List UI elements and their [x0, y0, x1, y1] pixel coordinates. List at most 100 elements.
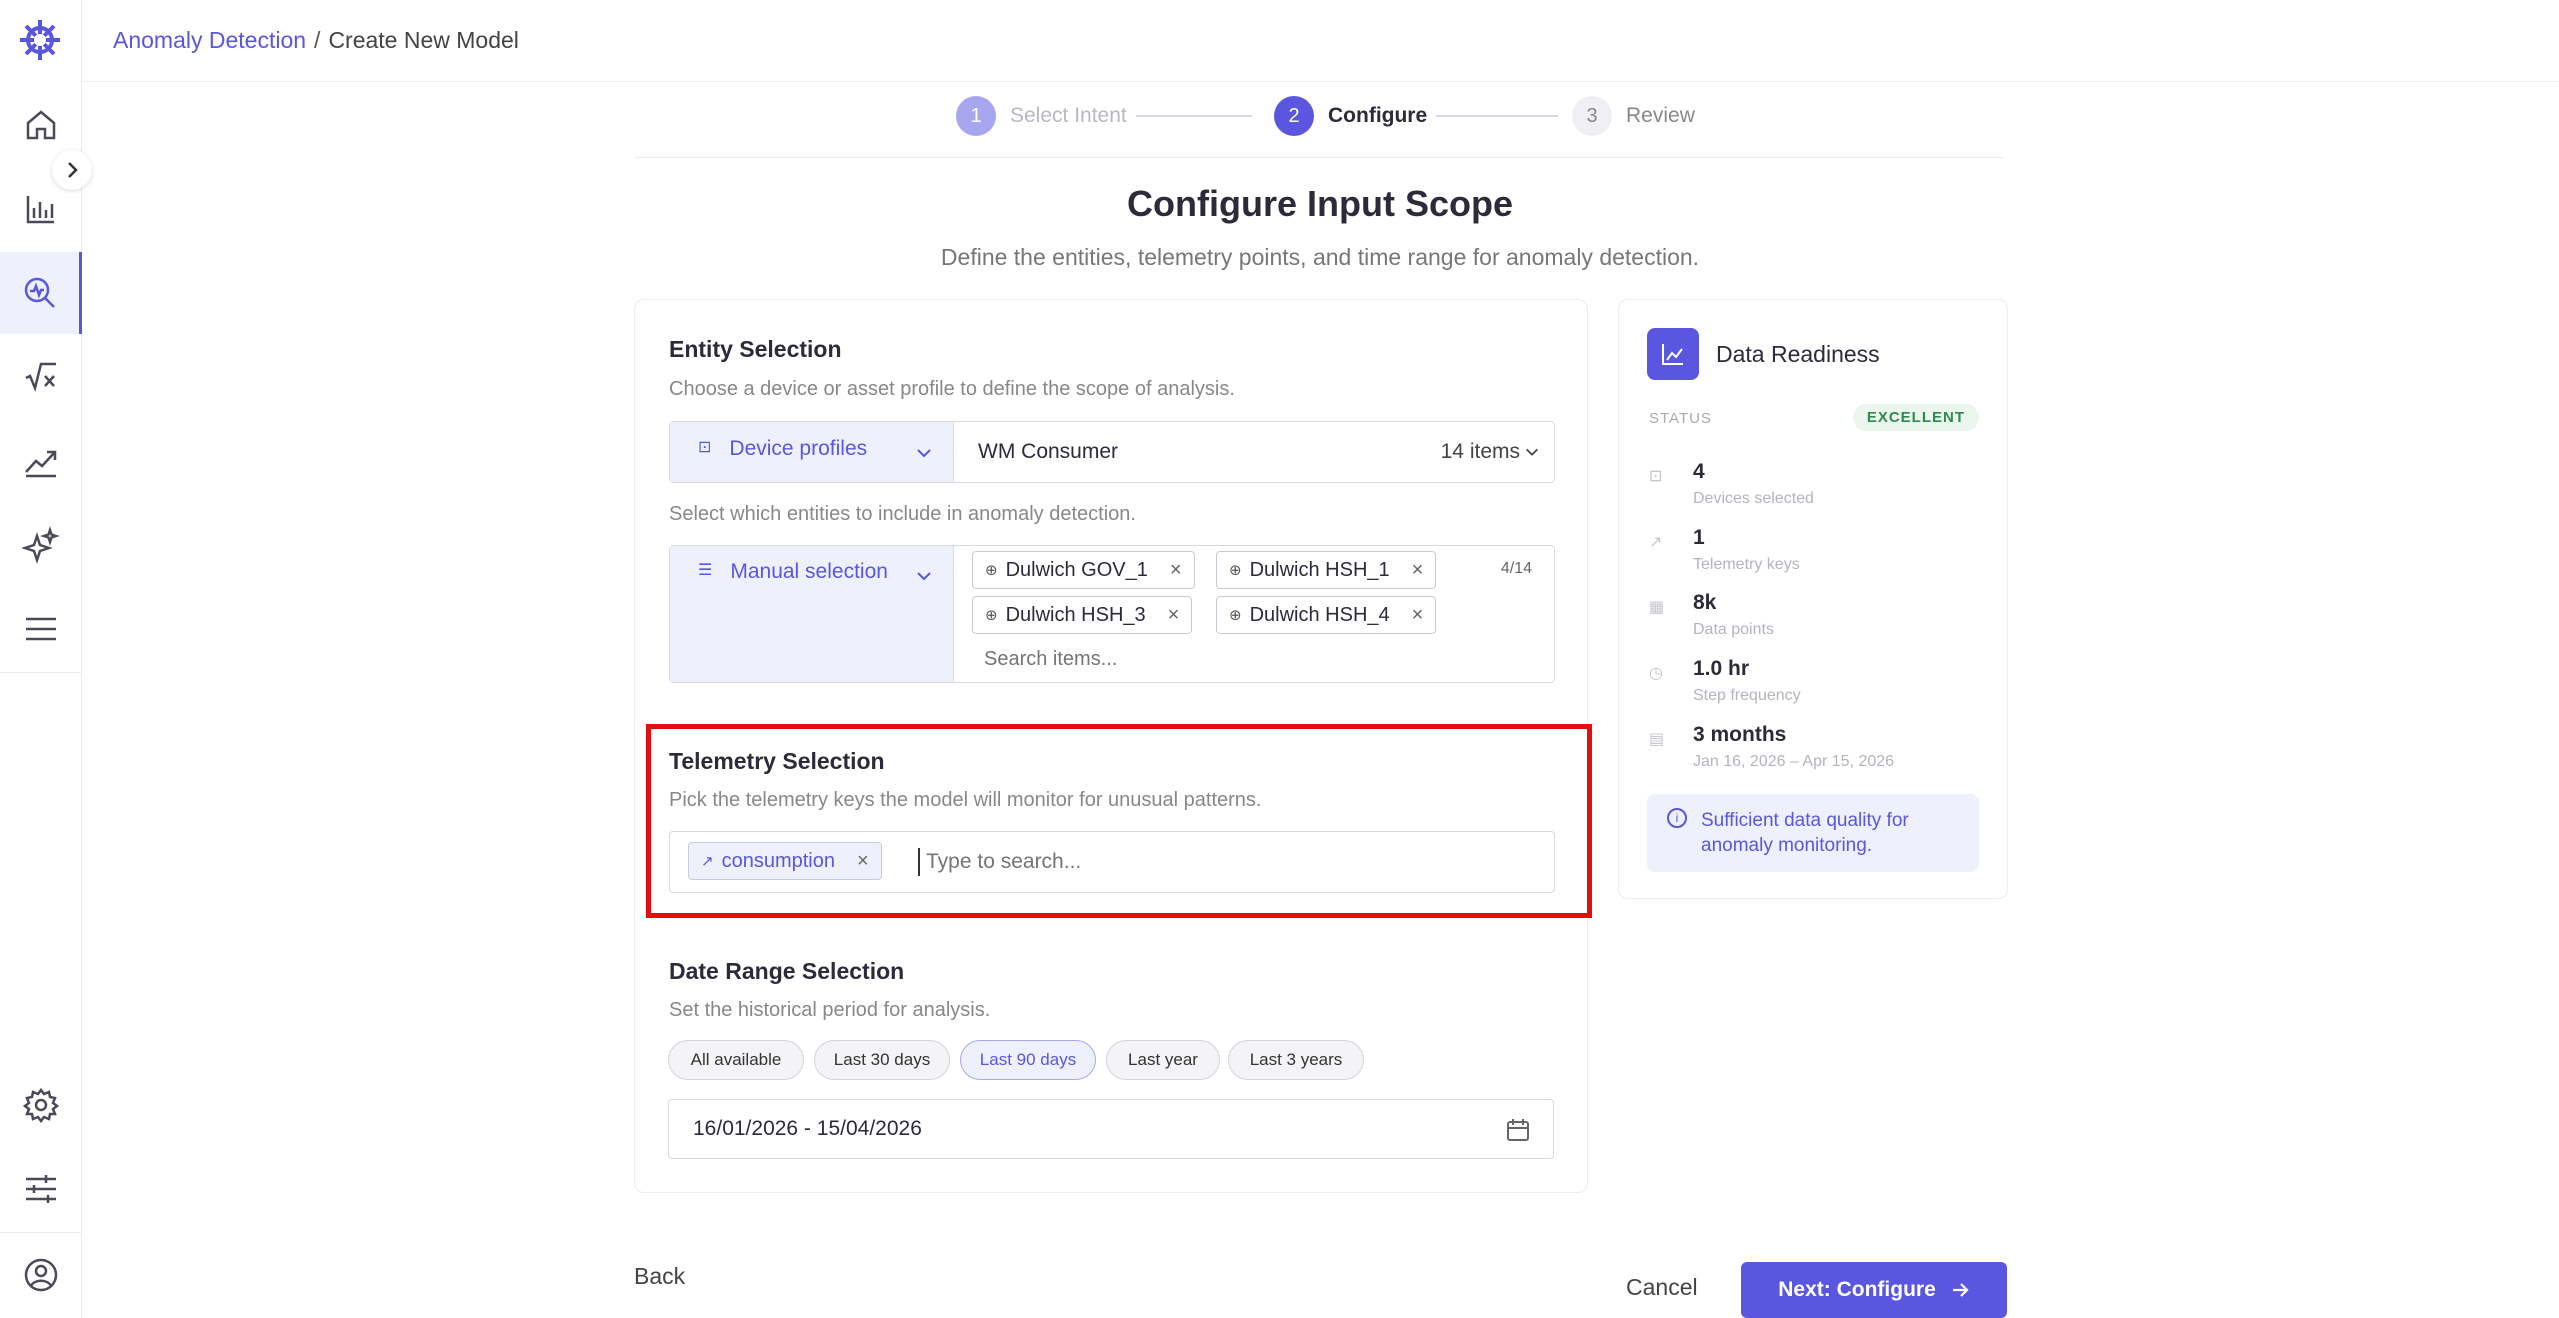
- chevron-down-icon: [1526, 448, 1538, 456]
- readiness-info-text: Sufficient data quality for anomaly moni…: [1701, 810, 1909, 856]
- metric-label: Telemetry keys: [1693, 556, 1800, 573]
- preset-last-90-days[interactable]: Last 90 days: [960, 1040, 1096, 1080]
- step-number: 1: [956, 96, 996, 136]
- clock-icon: ◷: [1649, 665, 1663, 682]
- profile-value-dropdown[interactable]: WM Consumer 14 items: [954, 422, 1554, 482]
- next-button-label: Next: Configure: [1778, 1278, 1936, 1301]
- trend-icon[interactable]: [0, 420, 82, 502]
- metric-value: 3 months: [1693, 723, 1787, 746]
- next-configure-button[interactable]: Next: Configure: [1741, 1262, 2007, 1318]
- cancel-button[interactable]: Cancel: [1626, 1274, 1698, 1301]
- metric-value: 1.0 hr: [1693, 657, 1750, 680]
- metric-value: 4: [1693, 460, 1705, 483]
- step-label: Configure: [1328, 104, 1428, 127]
- back-button[interactable]: Back: [634, 1263, 685, 1290]
- entity-search-input[interactable]: [972, 642, 1472, 676]
- app-logo[interactable]: [18, 18, 62, 62]
- top-header: Anomaly Detection / Create New Model: [82, 0, 2559, 82]
- entity-selection-title: Entity Selection: [669, 336, 842, 362]
- profile-selector: ⊡ Device profiles WM Consumer 14 items: [669, 421, 1555, 483]
- chevron-down-icon: [917, 449, 931, 458]
- entity-chip[interactable]: ⊕ Dulwich HSH_4 ×: [1216, 596, 1437, 634]
- telemetry-highlight-box: [646, 724, 1592, 918]
- menu-icon[interactable]: [0, 588, 82, 670]
- device-icon: ⊕: [1229, 607, 1242, 624]
- page-title: Configure Input Scope: [1127, 183, 1513, 224]
- grid-icon: ▦: [1649, 599, 1665, 616]
- preset-last-year[interactable]: Last year: [1106, 1040, 1220, 1080]
- step-label: Review: [1626, 104, 1695, 127]
- user-profile-icon[interactable]: [0, 1234, 82, 1316]
- status-badge: EXCELLENT: [1852, 404, 1979, 431]
- metric-label: Jan 16, 2026 – Apr 15, 2026: [1693, 753, 1895, 770]
- formula-icon[interactable]: [0, 336, 82, 418]
- metric-label: Devices selected: [1693, 490, 1814, 507]
- selection-mode-dropdown[interactable]: ☰ Manual selection: [670, 546, 954, 682]
- step-connector: [1436, 115, 1558, 117]
- entity-select-desc: Select which entities to include in anom…: [669, 503, 1136, 525]
- date-range-desc: Set the historical period for analysis.: [669, 999, 991, 1021]
- selected-count: 4/14: [1500, 560, 1532, 577]
- settings-gear-icon[interactable]: [0, 1064, 82, 1146]
- readiness-title: Data Readiness: [1716, 341, 1880, 367]
- page-subtitle: Define the entities, telemetry points, a…: [940, 244, 1700, 270]
- trend-icon: ↗: [1649, 534, 1663, 551]
- info-icon: i: [1667, 808, 1687, 828]
- metric-value: 8k: [1693, 591, 1717, 614]
- step-select-intent[interactable]: 1 Select Intent: [956, 96, 1127, 136]
- breadcrumb-separator: /: [314, 27, 321, 53]
- profile-count: 14 items: [1440, 440, 1520, 463]
- metric-value: 1: [1693, 526, 1705, 549]
- checklist-icon: ☰: [698, 562, 713, 579]
- arrow-right-icon: [1952, 1283, 1969, 1297]
- readiness-info-box: i Sufficient data quality for anomaly mo…: [1647, 794, 1979, 872]
- chevron-right-icon: [68, 162, 78, 178]
- entity-selection-desc: Choose a device or asset profile to defi…: [669, 378, 1235, 400]
- entity-chip[interactable]: ⊕ Dulwich HSH_1 ×: [1216, 551, 1437, 589]
- chip-label: Dulwich GOV_1: [1005, 558, 1148, 581]
- calendar-icon: ▤: [1649, 731, 1665, 748]
- step-review[interactable]: 3 Review: [1572, 96, 1695, 136]
- date-range-input[interactable]: 16/01/2026 - 15/04/2026: [668, 1099, 1554, 1159]
- breadcrumb-current: Create New Model: [328, 27, 519, 53]
- chip-label: Dulwich HSH_4: [1249, 603, 1390, 626]
- step-label: Select Intent: [1010, 104, 1127, 127]
- preset-last-30-days[interactable]: Last 30 days: [814, 1040, 950, 1080]
- profile-type-dropdown[interactable]: ⊡ Device profiles: [670, 422, 954, 482]
- step-number: 3: [1572, 96, 1612, 136]
- remove-chip-icon[interactable]: ×: [1412, 559, 1424, 582]
- step-number: 2: [1274, 96, 1314, 136]
- step-connector: [1136, 115, 1252, 117]
- entity-chip[interactable]: ⊕ Dulwich HSH_3 ×: [972, 596, 1193, 634]
- device-icon: ⊡: [1649, 468, 1663, 485]
- preset-last-3-years[interactable]: Last 3 years: [1228, 1040, 1364, 1080]
- wizard-stepper: 1 Select Intent 2 Configure 3 Review: [634, 94, 2004, 158]
- preset-all-available[interactable]: All available: [668, 1040, 804, 1080]
- profile-value: WM Consumer: [978, 440, 1119, 463]
- remove-chip-icon[interactable]: ×: [1412, 604, 1424, 627]
- sparkle-icon[interactable]: [0, 504, 82, 586]
- metric-label: Data points: [1693, 621, 1774, 638]
- breadcrumb-anomaly-detection-link[interactable]: Anomaly Detection: [113, 27, 306, 54]
- device-icon: ⊕: [985, 607, 998, 624]
- chip-label: Dulwich HSH_1: [1249, 558, 1390, 581]
- entity-chip[interactable]: ⊕ Dulwich GOV_1 ×: [972, 551, 1195, 589]
- device-icon: ⊡: [698, 439, 712, 456]
- chip-label: Dulwich HSH_3: [1005, 603, 1146, 626]
- profile-type-label: Device profiles: [729, 437, 868, 460]
- device-icon: ⊕: [985, 562, 998, 579]
- date-range-value: 16/01/2026 - 15/04/2026: [693, 1117, 922, 1140]
- status-label: STATUS: [1649, 410, 1712, 427]
- sliders-icon[interactable]: [0, 1148, 82, 1230]
- remove-chip-icon[interactable]: ×: [1170, 559, 1182, 582]
- entity-multiselect: ☰ Manual selection ⊕ Dulwich GOV_1 × ⊕ D…: [669, 545, 1555, 683]
- date-range-title: Date Range Selection: [669, 958, 905, 984]
- chart-icon: [1647, 328, 1699, 380]
- expand-sidebar-button[interactable]: [52, 150, 92, 190]
- metric-label: Step frequency: [1693, 687, 1801, 704]
- remove-chip-icon[interactable]: ×: [1168, 604, 1180, 627]
- selection-mode-label: Manual selection: [730, 560, 888, 583]
- step-configure[interactable]: 2 Configure: [1274, 96, 1427, 136]
- data-readiness-card: Data Readiness STATUS EXCELLENT ⊡ 4 Devi…: [1618, 299, 2008, 899]
- calendar-icon[interactable]: [1505, 1117, 1531, 1143]
